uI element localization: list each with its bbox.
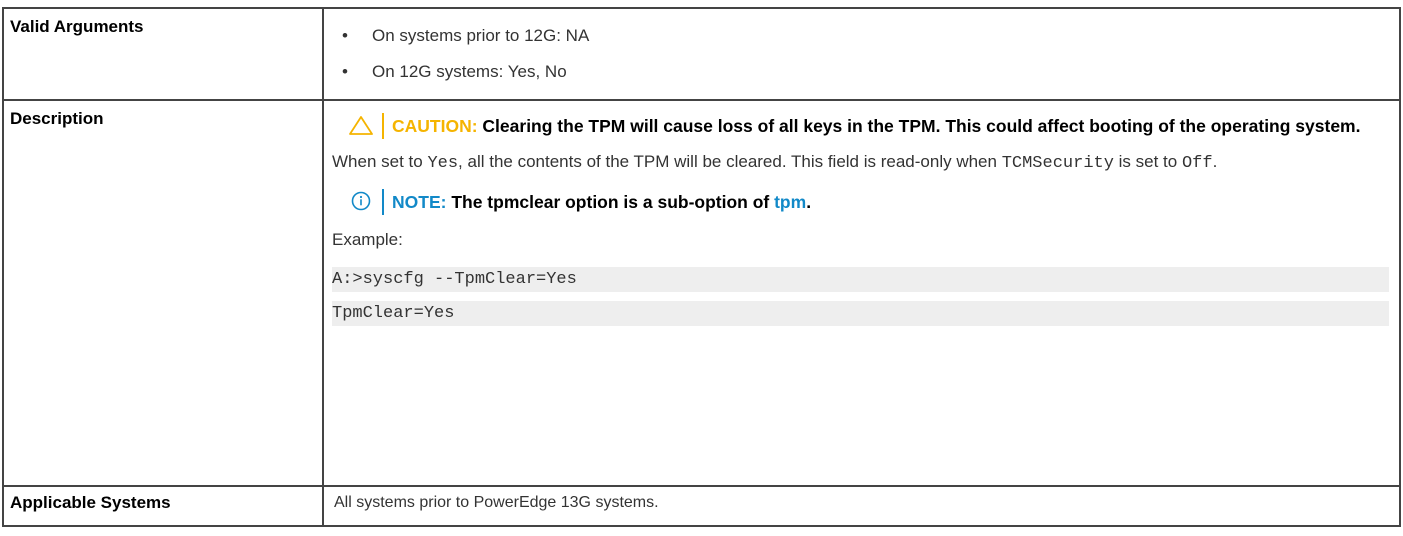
body-text: . (1212, 152, 1218, 171)
tpm-link[interactable]: tpm (774, 192, 806, 212)
caution-message: Clearing the TPM will cause loss of all … (482, 116, 1361, 136)
body-text: , all the contents of the TPM will be cl… (458, 152, 1002, 171)
applicable-systems-text: All systems prior to PowerEdge 13G syste… (334, 494, 659, 511)
arguments-list: • On systems prior to 12G: NA • On 12G s… (332, 9, 1389, 83)
caution-notice: CAUTION: Clearing the TPM will cause los… (332, 113, 1389, 139)
caution-tag: CAUTION: (392, 116, 478, 136)
bullet-icon: • (342, 26, 348, 45)
bullet-icon: • (342, 62, 348, 81)
description-paragraph: When set to Yes, all the contents of the… (332, 151, 1389, 175)
valid-arguments-label: Valid Arguments (2, 7, 324, 101)
caution-bar (382, 113, 384, 139)
note-message: The tpmclear option is a sub-option of (451, 192, 775, 212)
table-row-description: Description CAUTION: Clearing the TPM wi… (2, 99, 1401, 487)
inline-code: Off (1181, 154, 1213, 173)
parameter-table: Valid Arguments • On systems prior to 12… (2, 7, 1401, 527)
argument-text: On systems prior to 12G: NA (372, 26, 590, 45)
applicable-systems-label: Applicable Systems (2, 485, 324, 527)
table-row-applicable-systems: Applicable Systems All systems prior to … (2, 485, 1401, 527)
note-bar (382, 189, 384, 215)
caution-text: CAUTION: Clearing the TPM will cause los… (392, 113, 1360, 139)
argument-text: On 12G systems: Yes, No (372, 62, 567, 81)
description-label: Description (2, 99, 324, 487)
body-text: When set to (332, 152, 428, 171)
note-notice: NOTE: The tpmclear option is a sub-optio… (332, 189, 1389, 215)
note-end: . (806, 192, 812, 212)
valid-arguments-value: • On systems prior to 12G: NA • On 12G s… (322, 7, 1401, 101)
note-tag: NOTE: (392, 192, 447, 212)
applicable-systems-value: All systems prior to PowerEdge 13G syste… (322, 485, 1401, 527)
inline-code: Yes (427, 154, 459, 173)
example-label: Example: (332, 230, 403, 249)
body-text: is set to (1113, 152, 1182, 171)
list-item: • On systems prior to 12G: NA (332, 25, 1389, 47)
description-value: CAUTION: Clearing the TPM will cause los… (322, 99, 1401, 487)
code-line: A:>syscfg --TpmClear=Yes (332, 267, 1389, 292)
warning-triangle-icon (349, 116, 373, 135)
table-row-valid-arguments: Valid Arguments • On systems prior to 12… (2, 7, 1401, 101)
list-item: • On 12G systems: Yes, No (332, 61, 1389, 83)
note-text: NOTE: The tpmclear option is a sub-optio… (392, 189, 811, 215)
info-circle-icon (351, 191, 371, 211)
inline-code: TCMSecurity (1001, 154, 1114, 173)
code-line: TpmClear=Yes (332, 301, 1389, 326)
